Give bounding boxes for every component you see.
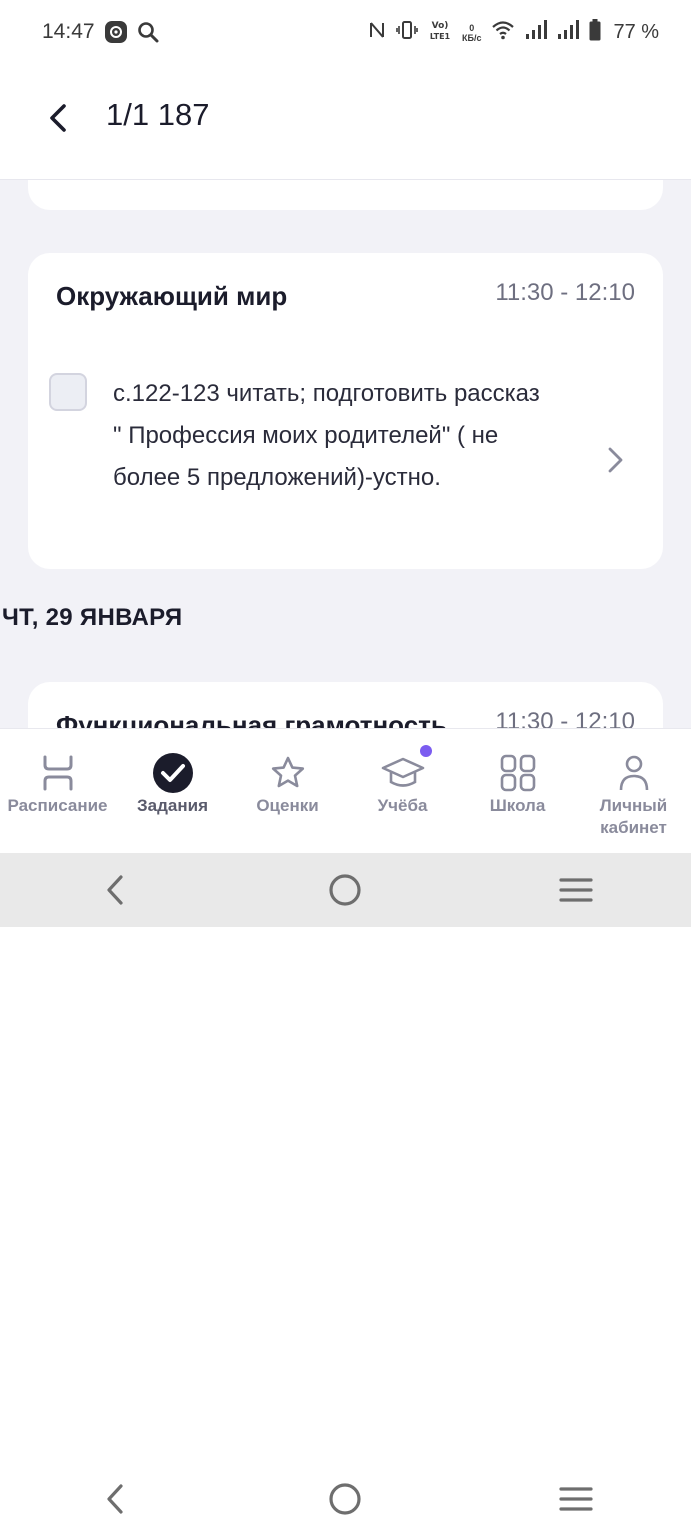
status-time: 14:47 (42, 20, 95, 43)
check-circle-icon (115, 751, 230, 795)
back-button[interactable] (34, 94, 82, 142)
chevron-right-icon[interactable] (603, 445, 627, 475)
bottom-nav: Расписание Задания Оценки Учёба Школа Ли… (0, 728, 691, 854)
page-counter: 1/1 187 (106, 97, 210, 132)
system-back-button[interactable] (75, 860, 155, 920)
svg-text:LTE1: LTE1 (430, 32, 451, 41)
menu-lines-icon (559, 1487, 593, 1511)
status-icons: Vo) LTE1 0 КБ/с 77 % (368, 18, 659, 47)
system-back-button-bottom[interactable] (75, 1469, 155, 1529)
nav-item-grades[interactable]: Оценки (230, 751, 345, 817)
next-lesson-time: 11:30 - 12:10 (491, 708, 635, 728)
nav-item-schedule[interactable]: Расписание (0, 751, 115, 817)
system-menu-button[interactable] (536, 860, 616, 920)
system-nav-bar (0, 853, 691, 927)
volte-icon: Vo) LTE1 (428, 18, 452, 47)
nav-item-study[interactable]: Учёба (345, 745, 460, 817)
nfc-icon (368, 19, 386, 46)
battery-percent: 77 % (613, 21, 660, 43)
chevron-left-icon (50, 104, 66, 132)
task-card-next[interactable]: Функциональная грамотность 11:30 - 12:10 (28, 682, 663, 728)
wifi-icon (491, 19, 515, 46)
system-nav-bar-bottom (0, 1462, 691, 1536)
menu-lines-icon (559, 878, 593, 902)
system-home-button[interactable] (305, 860, 385, 920)
next-lesson-subject: Функциональная грамотность (56, 710, 447, 728)
nav-item-school[interactable]: Школа (460, 751, 575, 817)
graduation-cap-icon (345, 745, 460, 795)
grid-icon (460, 751, 575, 795)
task-done-checkbox[interactable] (49, 373, 87, 411)
app-header (0, 66, 691, 180)
task-description: с.122-123 читать; подготовить рассказ " … (113, 380, 540, 491)
star-icon (230, 751, 345, 795)
system-home-button-bottom[interactable] (305, 1469, 385, 1529)
back-triangle-icon (107, 875, 123, 905)
person-icon (576, 751, 691, 795)
search-status-icon (136, 20, 160, 49)
svg-text:Vo): Vo) (432, 21, 449, 31)
system-menu-button-bottom[interactable] (536, 1469, 616, 1529)
signal-icon-1 (525, 19, 548, 46)
network-speed: 0 КБ/с (462, 22, 482, 43)
signal-icon-2 (557, 19, 580, 46)
home-circle-icon (329, 874, 362, 906)
tasks-list[interactable]: Окружающий мир 11:30 - 12:10 с.122-123 ч… (0, 180, 691, 728)
day-header: ЧТ, 29 ЯНВАРЯ (2, 604, 183, 631)
vibrate-icon (396, 19, 418, 46)
notification-badge (420, 745, 432, 757)
lesson-time: 11:30 - 12:10 (495, 279, 635, 306)
nav-item-tasks[interactable]: Задания (115, 751, 230, 817)
task-card[interactable]: Окружающий мир 11:30 - 12:10 с.122-123 ч… (28, 253, 663, 569)
battery-icon (589, 19, 601, 46)
home-circle-icon (329, 1483, 362, 1515)
settings-gear-status-icon (104, 20, 128, 49)
back-triangle-icon (107, 1484, 123, 1514)
lesson-subject: Окружающий мир (56, 281, 288, 311)
nav-item-profile[interactable]: Личный кабинет (576, 751, 691, 839)
schedule-icon (0, 751, 115, 795)
task-card-previous[interactable] (28, 180, 663, 210)
